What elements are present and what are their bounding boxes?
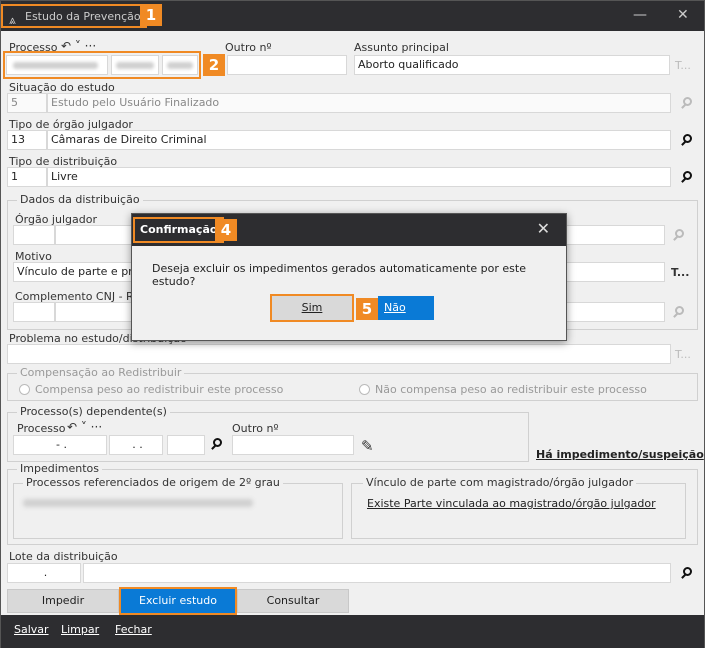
dep-processo-field-1[interactable]: - . [13,435,107,455]
tipo-dist-code-input[interactable]: 1 [7,167,47,187]
limpar-button[interactable]: Limpar [61,623,99,636]
lote-value-input[interactable] [83,563,671,583]
nao-button[interactable]: Não [378,296,434,320]
tipo-orgao-search-icon[interactable] [681,134,695,148]
minimize-button[interactable]: — [633,7,647,23]
motivo-input-end[interactable] [565,262,665,282]
fechar-button[interactable]: Fechar [115,623,152,636]
callout-badge-2: 2 [203,54,225,76]
callout-badge-4: 4 [215,219,237,241]
nao-compensa-label: Não compensa peso ao redistribuir este p… [375,383,647,396]
orgao-search-icon[interactable] [673,229,687,243]
dep-processo-field-2[interactable]: . . [109,435,163,455]
dialog-title: Confirmação [133,217,225,243]
close-window-button[interactable]: ✕ [677,7,689,23]
dialog-title-bar: Confirmação ✕ [132,214,566,246]
edit-pencil-icon[interactable]: ✎ [361,437,374,455]
compensa-radio[interactable] [19,384,30,395]
processo-field-3[interactable] [162,55,198,75]
dep-processo-label: Processo [17,422,66,435]
title-bar: ⩓ Estudo da Prevenção — ✕ [1,1,704,31]
vinculo-group [351,483,686,539]
assunto-text-button[interactable]: T... [675,59,691,72]
nao-compensa-radio[interactable] [359,384,370,395]
outro-numero-input[interactable] [227,55,347,75]
cnj-code-input[interactable] [13,302,55,322]
processo-field-2[interactable] [111,55,159,75]
proc-ref-title: Processos referenciados de origem de 2º … [23,476,283,489]
cnj-value-input[interactable] [55,302,135,322]
tipo-dist-search-icon[interactable] [681,171,695,185]
motivo-input[interactable]: Vínculo de parte e pro [13,262,135,282]
compensacao-title: Compensação ao Redistribuir [17,366,185,379]
app-logo-icon: ⩓ [9,13,16,27]
motivo-text-button[interactable]: T... [671,266,689,279]
dep-processo-field-3[interactable] [167,435,205,455]
callout-badge-5: 5 [356,298,378,320]
tipo-dist-value-input[interactable]: Livre [47,167,671,187]
salvar-button[interactable]: Salvar [14,623,49,636]
vinculo-title: Vínculo de parte com magistrado/órgão ju… [363,476,637,489]
impedimento-link[interactable]: Há impedimento/suspeição [536,448,704,461]
compensa-label: Compensa peso ao redistribuir este proce… [35,383,284,396]
impedimentos-title: Impedimentos [17,462,102,475]
window-title-text: Estudo da Prevenção [25,10,141,23]
processo-field-1[interactable] [6,55,108,75]
window-title: ⩓ Estudo da Prevenção [1,4,147,28]
situacao-code-input[interactable]: 5 [7,93,47,113]
lote-search-icon[interactable] [681,567,695,581]
lote-label: Lote da distribuição [9,550,118,563]
estudo-prevencao-window: ⩓ Estudo da Prevenção — ✕ 1 Processo ↶ ˅… [0,0,705,648]
dados-distribuicao-title: Dados da distribuição [17,193,143,206]
dep-outro-label: Outro nº [232,422,279,435]
problema-input[interactable] [7,344,671,364]
problema-text-button[interactable]: T... [675,348,691,361]
impedir-button[interactable]: Impedir [7,589,119,613]
dialog-message: Deseja excluir os impedimentos gerados a… [152,262,526,288]
dep-outro-input[interactable] [232,435,354,455]
orgao-value-input[interactable] [55,225,135,245]
cnj-value-input-end[interactable] [565,302,665,322]
orgao-code-input[interactable] [13,225,55,245]
situacao-value-input[interactable]: Estudo pelo Usuário Finalizado [47,93,671,113]
confirmation-dialog: Confirmação ✕ 4 Deseja excluir os impedi… [131,213,567,341]
dialog-close-button[interactable]: ✕ [537,219,550,238]
outro-numero-label: Outro nº [225,41,272,54]
dependentes-title: Processo(s) dependente(s) [17,405,170,418]
dep-processo-controls[interactable]: ↶ ˅ ··· [67,420,102,434]
bottom-toolbar: Salvar Limpar Fechar [1,615,704,648]
assunto-input[interactable]: Aborto qualificado [354,55,670,75]
proc-ref-blurred-list [23,499,253,507]
cnj-search-icon[interactable] [673,306,687,320]
sim-button[interactable]: Sim [270,294,354,322]
assunto-label: Assunto principal [354,41,449,54]
tipo-orgao-value-input[interactable]: Câmaras de Direito Criminal [47,130,671,150]
dep-search-icon[interactable] [211,438,225,452]
lote-code-input[interactable]: . [7,563,81,583]
proc-ref-group [13,483,343,539]
consultar-button[interactable]: Consultar [237,589,349,613]
callout-badge-1: 1 [140,4,162,26]
tipo-orgao-code-input[interactable]: 13 [7,130,47,150]
excluir-estudo-button[interactable]: Excluir estudo [119,587,237,615]
situacao-search-icon[interactable] [681,97,695,111]
orgao-value-input-end[interactable] [565,225,665,245]
vinculo-link[interactable]: Existe Parte vinculada ao magistrado/órg… [367,497,656,510]
